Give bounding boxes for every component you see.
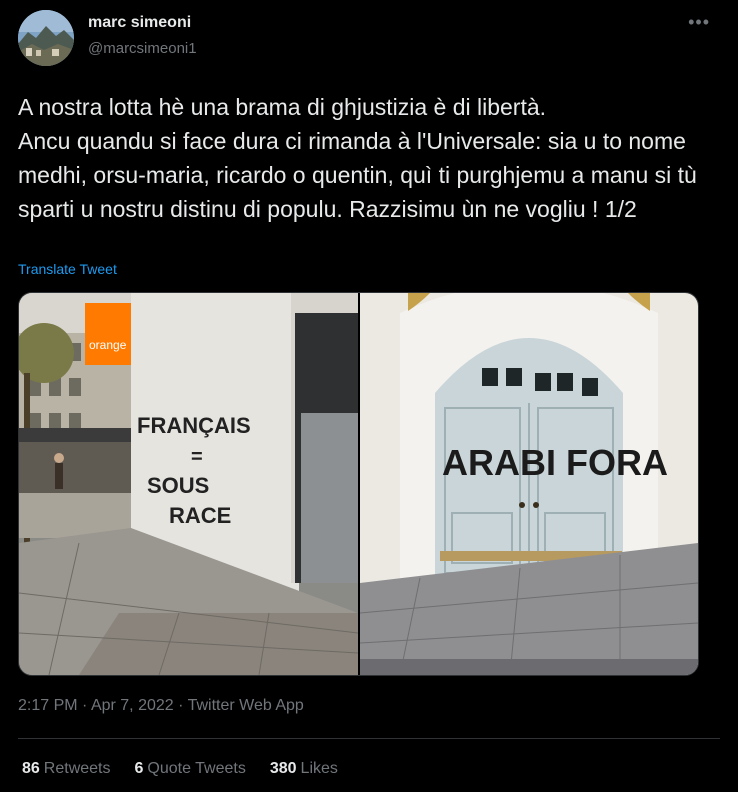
left-photo[interactable]: orange FRANÇAIS = SOUS RACE <box>19 293 358 675</box>
right-photo[interactable]: ARABI FORA <box>360 293 698 675</box>
tweet-date[interactable]: Apr 7, 2022 <box>91 697 174 714</box>
likes-stat[interactable]: 380 Likes <box>270 760 338 778</box>
tweet-source[interactable]: Twitter Web App <box>188 697 304 714</box>
divider <box>18 738 720 739</box>
svg-text:RACE: RACE <box>169 503 231 528</box>
tweet-time[interactable]: 2:17 PM <box>18 697 78 714</box>
author-avatar[interactable] <box>18 10 74 66</box>
meta-separator: · <box>77 697 91 714</box>
more-dots-icon[interactable]: ••• <box>688 12 710 33</box>
author-name[interactable]: marc simeoni <box>88 14 191 32</box>
translate-tweet-link[interactable]: Translate Tweet <box>18 261 117 277</box>
tweet-media[interactable]: orange FRANÇAIS = SOUS RACE ARABI FORA <box>18 292 699 676</box>
tweet-meta: 2:17 PM · Apr 7, 2022 · Twitter Web App <box>18 697 304 715</box>
right-graffiti: ARABI FORA <box>442 442 668 483</box>
quote-tweets-stat[interactable]: 6 Quote Tweets <box>135 760 246 778</box>
svg-text:=: = <box>191 446 203 468</box>
meta-separator: · <box>173 697 188 714</box>
svg-text:SOUS: SOUS <box>147 473 209 498</box>
author-handle[interactable]: @marcsimeoni1 <box>88 40 197 57</box>
tweet-stats: 86 Retweets 6 Quote Tweets 380 Likes <box>22 760 338 778</box>
svg-text:FRANÇAIS: FRANÇAIS <box>137 413 251 438</box>
orange-sign: orange <box>89 338 127 352</box>
landscape-avatar-icon <box>18 10 74 66</box>
retweets-stat[interactable]: 86 Retweets <box>22 760 111 778</box>
tweet-text: A nostra lotta hè una brama di ghjustizi… <box>18 94 697 222</box>
